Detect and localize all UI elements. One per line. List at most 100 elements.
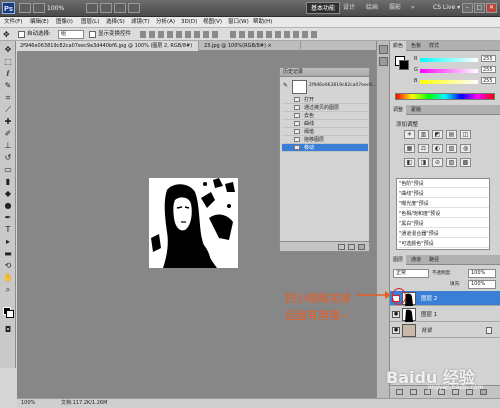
- hand-tool-icon[interactable]: [86, 3, 98, 13]
- gradient-tool-icon[interactable]: ▮: [3, 177, 13, 187]
- tab-layers[interactable]: 图层: [390, 255, 407, 265]
- maximize-button[interactable]: □: [474, 3, 485, 13]
- auto-select-checkbox[interactable]: [18, 31, 25, 38]
- slider-g-value[interactable]: 255: [481, 66, 496, 73]
- 3d-rotate-tool-icon[interactable]: ⟲: [3, 261, 13, 271]
- history-panel-icon[interactable]: [379, 45, 388, 54]
- layer-style-icon[interactable]: [410, 389, 417, 395]
- preset-channel-mixer[interactable]: "通道混合器"预设: [399, 230, 489, 238]
- history-panel-title[interactable]: 历史记录: [280, 68, 369, 77]
- screen-mode-icon[interactable]: [128, 3, 140, 13]
- history-item[interactable]: 去色: [282, 112, 368, 120]
- history-brush-source-icon[interactable]: ✎: [283, 83, 289, 89]
- menu-image[interactable]: 图像(I): [56, 17, 73, 28]
- marquee-tool-icon[interactable]: ⬚: [3, 57, 13, 67]
- eraser-tool-icon[interactable]: ▭: [3, 165, 13, 175]
- history-item-active[interactable]: 移动: [282, 144, 368, 152]
- menu-filter[interactable]: 滤镜(T): [131, 17, 150, 28]
- status-zoom[interactable]: 100%: [21, 399, 35, 408]
- gradient-map-icon[interactable]: ▨: [446, 158, 457, 167]
- posterize-icon[interactable]: ◨: [418, 158, 429, 167]
- distribute-buttons-group[interactable]: [230, 31, 320, 38]
- document-image[interactable]: [149, 178, 238, 268]
- tab-channels[interactable]: 通道: [408, 255, 424, 265]
- menu-help[interactable]: 帮助(H): [253, 17, 272, 28]
- channel-mixer-icon[interactable]: ◍: [460, 144, 471, 153]
- cs-live-button[interactable]: CS Live ▾: [429, 2, 464, 14]
- move-tool-preset-icon[interactable]: ✥: [3, 30, 13, 39]
- history-snapshot[interactable]: ✎ 2f946e063819c82ca07eec9...: [282, 79, 376, 95]
- type-tool-icon[interactable]: T: [3, 225, 13, 235]
- dodge-tool-icon[interactable]: ●: [3, 201, 13, 211]
- mini-bridge-icon[interactable]: [33, 3, 45, 13]
- tab-adjustments[interactable]: 调整: [390, 105, 407, 115]
- menu-edit[interactable]: 编辑(E): [30, 17, 49, 28]
- link-layers-icon[interactable]: [396, 389, 403, 395]
- zoom-tool-icon[interactable]: [100, 3, 112, 13]
- trash-icon[interactable]: [358, 244, 365, 250]
- menu-3d[interactable]: 3D(D): [181, 17, 197, 28]
- quick-select-tool-icon[interactable]: ✎: [3, 81, 13, 91]
- preset-black-white[interactable]: "黑白"预设: [399, 220, 489, 228]
- new-snapshot-icon[interactable]: [348, 244, 355, 250]
- zoom-tool-icon[interactable]: ⌕: [3, 285, 13, 295]
- preset-levels[interactable]: "色阶"预设: [399, 180, 489, 188]
- history-item[interactable]: 曲线: [282, 120, 368, 128]
- blur-tool-icon[interactable]: ◆: [3, 189, 13, 199]
- tab-document-1[interactable]: 2f946e063819c82ca07eec9a3d440bf6.jpg @ 1…: [17, 41, 199, 59]
- preset-hue-saturation[interactable]: "色相/饱和度"预设: [399, 210, 489, 218]
- quick-mask-icon[interactable]: ◘: [3, 325, 13, 335]
- history-brush-icon[interactable]: ↺: [3, 153, 13, 163]
- color-background-swatch[interactable]: [399, 60, 409, 70]
- lasso-tool-icon[interactable]: ℓ: [3, 69, 13, 79]
- menu-layer[interactable]: 图层(L): [81, 17, 99, 28]
- tab-swatches[interactable]: 色板: [408, 41, 424, 51]
- workspace-more-button[interactable]: »: [407, 2, 419, 14]
- history-item[interactable]: 通过拷贝的图层: [282, 104, 368, 112]
- color-balance-icon[interactable]: ⚖: [418, 144, 429, 153]
- photo-filter-icon[interactable]: ▧: [446, 144, 457, 153]
- invert-icon[interactable]: ◧: [404, 158, 415, 167]
- brightness-contrast-icon[interactable]: ☀: [404, 130, 415, 139]
- clone-stamp-icon[interactable]: ⊥: [3, 141, 13, 151]
- menu-select[interactable]: 选择(S): [106, 17, 125, 28]
- show-transform-checkbox[interactable]: [89, 31, 96, 38]
- path-select-tool-icon[interactable]: ▸: [3, 237, 13, 247]
- history-item[interactable]: 打开: [282, 96, 368, 104]
- brush-tool-icon[interactable]: ✐: [3, 129, 13, 139]
- vibrance-icon[interactable]: ◫: [460, 130, 471, 139]
- move-tool-icon[interactable]: ✥: [3, 45, 13, 55]
- history-item[interactable]: 阈值: [282, 128, 368, 136]
- hand-tool-icon[interactable]: ✋: [3, 273, 13, 283]
- healing-brush-icon[interactable]: ✚: [3, 117, 13, 127]
- bridge-icon[interactable]: [19, 3, 31, 13]
- menu-view[interactable]: 视图(V): [203, 17, 222, 28]
- shape-tool-icon[interactable]: ▬: [3, 249, 13, 259]
- blend-mode-dropdown[interactable]: 正常: [393, 269, 429, 278]
- levels-icon[interactable]: ▥: [418, 130, 429, 139]
- tab-paths[interactable]: 路径: [426, 255, 442, 265]
- menu-file[interactable]: 文件(F): [4, 17, 22, 28]
- tab-styles[interactable]: 样式: [426, 41, 442, 51]
- slider-b-value[interactable]: 255: [481, 77, 496, 84]
- crop-tool-icon[interactable]: ⌗: [3, 93, 13, 103]
- layer-row[interactable]: ● 图层 1: [390, 307, 500, 322]
- selective-color-icon[interactable]: ▩: [460, 158, 471, 167]
- eye-icon[interactable]: ●: [392, 311, 400, 318]
- eyedropper-tool-icon[interactable]: ⟋: [3, 105, 13, 115]
- slider-g[interactable]: [420, 69, 478, 73]
- menu-analysis[interactable]: 分析(A): [156, 17, 175, 28]
- threshold-icon[interactable]: ⊘: [432, 158, 443, 167]
- tab-document-2[interactable]: 23.jpg @ 100%(RGB/8#) ×: [201, 41, 301, 51]
- zoom-level[interactable]: 100%: [47, 3, 83, 14]
- properties-panel-icon[interactable]: [379, 57, 388, 66]
- preset-exposure[interactable]: "曝光度"预设: [399, 200, 489, 208]
- background-color-swatch[interactable]: [6, 310, 14, 318]
- new-document-icon[interactable]: [338, 244, 345, 250]
- tab-masks[interactable]: 蒙版: [408, 105, 424, 115]
- tab-color[interactable]: 颜色: [390, 41, 407, 51]
- slider-b[interactable]: [420, 80, 478, 84]
- history-item[interactable]: 拖移图层: [282, 136, 368, 144]
- pen-tool-icon[interactable]: ✒: [3, 213, 13, 223]
- black-white-icon[interactable]: ◐: [432, 144, 443, 153]
